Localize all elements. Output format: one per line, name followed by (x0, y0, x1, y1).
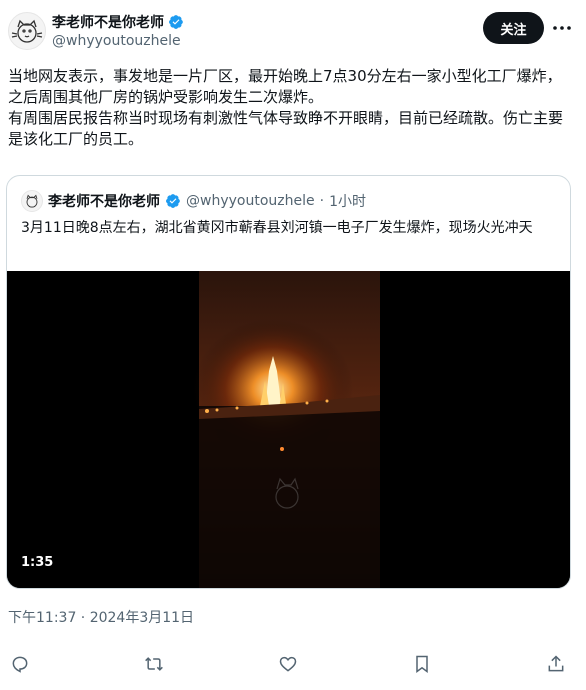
retweet-icon[interactable] (142, 652, 166, 676)
handle[interactable]: @whyyoutouzhele (52, 33, 181, 49)
quoted-verified-badge-icon (166, 194, 180, 208)
quoted-text: 3月11日晚8点左右，湖北省黄冈市蕲春县刘河镇一电子厂发生爆炸，现场火光冲天 (21, 220, 533, 236)
quoted-time: 1小时 (329, 194, 366, 210)
video-frame (7, 271, 570, 588)
tweet-text: 当地网友表示，事发地是一片厂区，最开始晚上7点30分左右一家小型化工厂爆炸，之后… (8, 67, 564, 148)
display-name[interactable]: 李老师不是你老师 (52, 12, 164, 32)
verified-badge-icon (169, 15, 183, 29)
tweet-header: 李老师不是你老师 @whyyoutouzhele 关注 (0, 0, 586, 60)
quoted-separator: · (319, 193, 325, 209)
video-player[interactable]: 1:35 (7, 271, 570, 588)
avatar[interactable] (8, 12, 46, 50)
timestamp[interactable]: 下午11:37 · 2024年3月11日 (8, 607, 194, 627)
reply-icon[interactable] (8, 652, 32, 676)
bookmark-icon[interactable] (410, 652, 434, 676)
quoted-handle: @whyyoutouzhele (186, 193, 315, 209)
quoted-display-name: 李老师不是你老师 (48, 194, 160, 210)
more-icon[interactable] (550, 16, 574, 40)
quoted-avatar (21, 190, 43, 212)
share-icon[interactable] (544, 652, 568, 676)
like-icon[interactable] (276, 652, 300, 676)
video-duration: 1:35 (21, 555, 54, 570)
action-bar (0, 652, 586, 680)
follow-button[interactable]: 关注 (483, 12, 544, 44)
quoted-tweet[interactable]: 李老师不是你老师 @whyyoutouzhele · 1小时 3月11日晚8点左… (6, 175, 571, 589)
